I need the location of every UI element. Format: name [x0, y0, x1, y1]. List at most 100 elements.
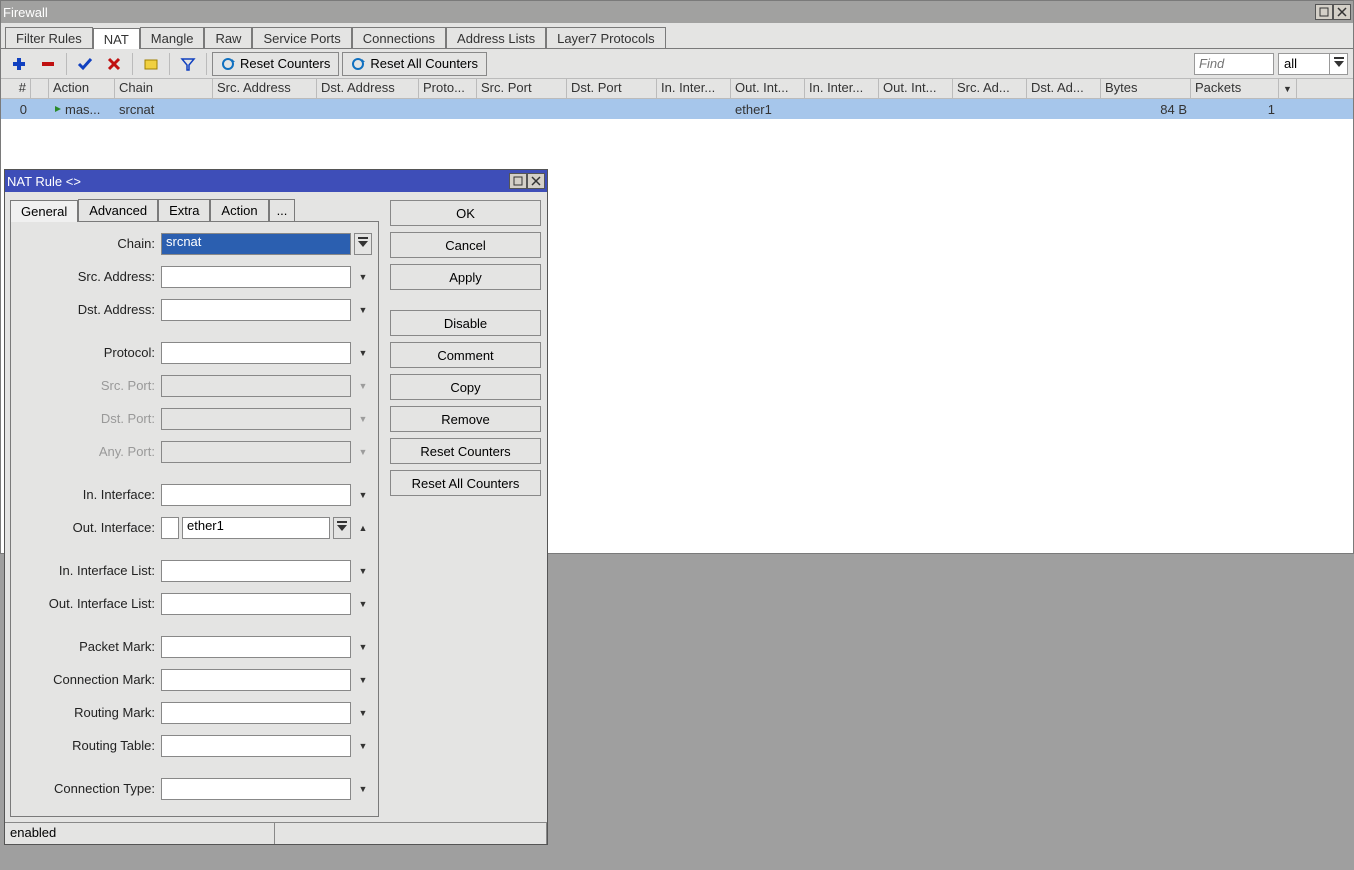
- chain-dropdown-icon[interactable]: [354, 233, 372, 255]
- pkt-mark-input[interactable]: [161, 636, 351, 658]
- col-in-if[interactable]: In. Inter...: [657, 79, 731, 98]
- out-if-invert-box[interactable]: [161, 517, 179, 539]
- src-addr-expand-icon[interactable]: [354, 266, 372, 288]
- filter-button[interactable]: [175, 52, 201, 76]
- reset-counters-label: Reset Counters: [240, 56, 330, 71]
- table-row[interactable]: 0 mas... srcnat ether1 84 B 1: [1, 99, 1353, 119]
- col-in-if-list[interactable]: In. Inter...: [805, 79, 879, 98]
- src-addr-input[interactable]: [161, 266, 351, 288]
- any-port-expand-icon: [354, 441, 372, 463]
- conn-mark-input[interactable]: [161, 669, 351, 691]
- tab-general[interactable]: General: [10, 200, 78, 222]
- col-bytes[interactable]: Bytes: [1101, 79, 1191, 98]
- reset-counters-button[interactable]: Reset Counters: [212, 52, 339, 76]
- protocol-input[interactable]: [161, 342, 351, 364]
- label-conn-type: Connection Type:: [11, 781, 161, 796]
- dialog-statusbar: enabled: [5, 822, 547, 844]
- col-dst-port[interactable]: Dst. Port: [567, 79, 657, 98]
- tab-advanced[interactable]: Advanced: [78, 199, 158, 221]
- cancel-button[interactable]: Cancel: [390, 232, 541, 258]
- col-chain[interactable]: Chain: [115, 79, 213, 98]
- route-table-input[interactable]: [161, 735, 351, 757]
- tab-nat[interactable]: NAT: [93, 28, 140, 49]
- cell-chain: srcnat: [115, 101, 213, 118]
- tab-connections[interactable]: Connections: [352, 27, 446, 48]
- col-out-if-list[interactable]: Out. Int...: [879, 79, 953, 98]
- in-if-input[interactable]: [161, 484, 351, 506]
- find-input[interactable]: [1194, 53, 1274, 75]
- out-if-list-input[interactable]: [161, 593, 351, 615]
- columns-menu-icon[interactable]: [1279, 79, 1297, 98]
- col-src-port[interactable]: Src. Port: [477, 79, 567, 98]
- conn-type-expand-icon[interactable]: [354, 778, 372, 800]
- out-if-input[interactable]: ether1: [182, 517, 330, 539]
- col-out-if[interactable]: Out. Int...: [731, 79, 805, 98]
- dst-addr-expand-icon[interactable]: [354, 299, 372, 321]
- out-if-list-expand-icon[interactable]: [354, 593, 372, 615]
- remove-button[interactable]: [35, 52, 61, 76]
- dialog-close-icon[interactable]: [527, 173, 545, 189]
- tab-layer7[interactable]: Layer7 Protocols: [546, 27, 666, 48]
- dialog-buttons: OK Cancel Apply Disable Comment Copy Rem…: [384, 192, 547, 822]
- out-if-collapse-icon[interactable]: [354, 517, 372, 539]
- filter-select[interactable]: all: [1278, 53, 1348, 75]
- tab-raw[interactable]: Raw: [204, 27, 252, 48]
- add-button[interactable]: [6, 52, 32, 76]
- out-if-dropdown-icon[interactable]: [333, 517, 351, 539]
- cell-dstad: [1027, 108, 1101, 110]
- comment-button[interactable]: [138, 52, 164, 76]
- route-mark-expand-icon[interactable]: [354, 702, 372, 724]
- col-packets[interactable]: Packets: [1191, 79, 1279, 98]
- conn-mark-expand-icon[interactable]: [354, 669, 372, 691]
- cell-outiflist: [879, 108, 953, 110]
- reset-counters-button[interactable]: Reset Counters: [390, 438, 541, 464]
- tab-filter-rules[interactable]: Filter Rules: [5, 27, 93, 48]
- remove-button[interactable]: Remove: [390, 406, 541, 432]
- disable-button[interactable]: Disable: [390, 310, 541, 336]
- col-flag[interactable]: [31, 79, 49, 98]
- disable-button[interactable]: [101, 52, 127, 76]
- src-port-input: [161, 375, 351, 397]
- tab-service-ports[interactable]: Service Ports: [252, 27, 351, 48]
- reset-all-counters-button[interactable]: Reset All Counters: [390, 470, 541, 496]
- col-dst-addr[interactable]: Dst. Address: [317, 79, 419, 98]
- col-num[interactable]: #: [1, 79, 31, 98]
- col-src-ad[interactable]: Src. Ad...: [953, 79, 1027, 98]
- minimize-icon[interactable]: [1315, 4, 1333, 20]
- apply-button[interactable]: Apply: [390, 264, 541, 290]
- tab-action[interactable]: Action: [210, 199, 268, 221]
- dialog-minimize-icon[interactable]: [509, 173, 527, 189]
- route-table-expand-icon[interactable]: [354, 735, 372, 757]
- ok-button[interactable]: OK: [390, 200, 541, 226]
- protocol-expand-icon[interactable]: [354, 342, 372, 364]
- label-src-addr: Src. Address:: [11, 269, 161, 284]
- dialog-titlebar[interactable]: NAT Rule <>: [5, 170, 547, 192]
- label-protocol: Protocol:: [11, 345, 161, 360]
- in-if-list-input[interactable]: [161, 560, 351, 582]
- close-icon[interactable]: [1333, 4, 1351, 20]
- route-mark-input[interactable]: [161, 702, 351, 724]
- dst-addr-input[interactable]: [161, 299, 351, 321]
- tab-mangle[interactable]: Mangle: [140, 27, 205, 48]
- status-empty: [275, 823, 547, 844]
- chain-input[interactable]: srcnat: [161, 233, 351, 255]
- conn-type-input[interactable]: [161, 778, 351, 800]
- pkt-mark-expand-icon[interactable]: [354, 636, 372, 658]
- copy-button[interactable]: Copy: [390, 374, 541, 400]
- tab-more[interactable]: ...: [269, 199, 296, 221]
- titlebar[interactable]: Firewall: [1, 1, 1353, 23]
- tab-extra[interactable]: Extra: [158, 199, 210, 221]
- in-if-list-expand-icon[interactable]: [354, 560, 372, 582]
- comment-button[interactable]: Comment: [390, 342, 541, 368]
- col-action[interactable]: Action: [49, 79, 115, 98]
- label-pkt-mark: Packet Mark:: [11, 639, 161, 654]
- enable-button[interactable]: [72, 52, 98, 76]
- col-dst-ad[interactable]: Dst. Ad...: [1027, 79, 1101, 98]
- col-proto[interactable]: Proto...: [419, 79, 477, 98]
- col-src-addr[interactable]: Src. Address: [213, 79, 317, 98]
- status-text: enabled: [5, 823, 275, 844]
- masquerade-icon: [53, 104, 63, 114]
- tab-address-lists[interactable]: Address Lists: [446, 27, 546, 48]
- in-if-expand-icon[interactable]: [354, 484, 372, 506]
- reset-all-counters-button[interactable]: Reset All Counters: [342, 52, 487, 76]
